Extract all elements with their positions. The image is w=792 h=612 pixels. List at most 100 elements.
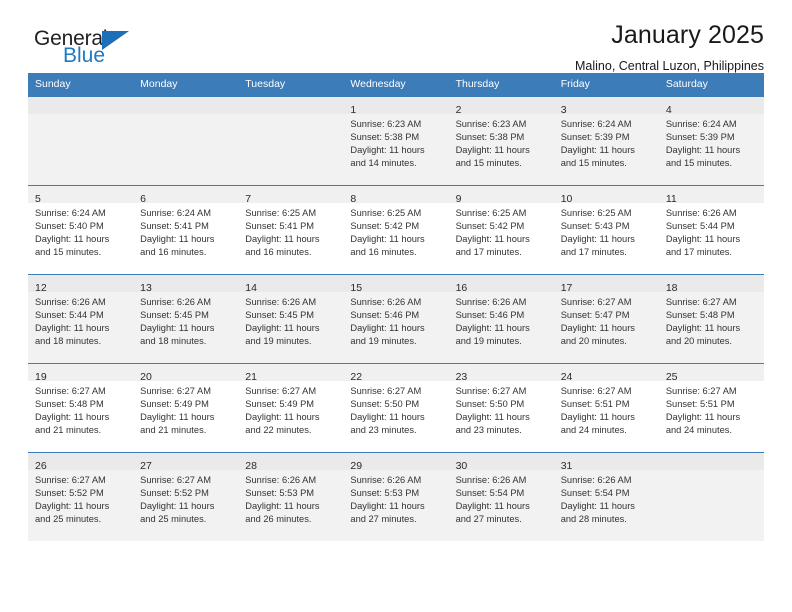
calendar-day-cell[interactable]: 14 Sunrise: 6:26 AM Sunset: 5:45 PM Dayligh…: [238, 273, 344, 363]
calendar-body: 1 Sunrise: 6:23 AM Sunset: 5:38 PM Daylight…: [28, 95, 764, 541]
day-number: 8: [350, 192, 357, 205]
day-number: 1: [350, 103, 357, 116]
calendar-day-cell[interactable]: 27 Sunrise: 6:27 AM Sunset: 5:52 PM Dayligh…: [133, 451, 239, 541]
calendar-week-row: 26 Sunrise: 6:27 AM Sunset: 5:52 PM Dayligh…: [28, 451, 764, 541]
daylight-text-line1: Daylight: 11 hours: [35, 233, 110, 244]
day-details: Sunrise: 6:25 AM Sunset: 5:41 PM Daylight:…: [238, 203, 343, 260]
weekday-header-thursday: Thursday: [448, 73, 554, 96]
day-details: Sunrise: 6:24 AM Sunset: 5:41 PM Daylight:…: [133, 203, 238, 260]
calendar-cell-empty: [658, 451, 764, 541]
daylight-text-line2: and 25 minutes.: [140, 514, 207, 525]
day-number-bar: 31: [553, 452, 659, 471]
day-details: Sunrise: 6:26 AM Sunset: 5:54 PM Daylight:…: [449, 470, 554, 527]
calendar-day-cell[interactable]: 29 Sunrise: 6:26 AM Sunset: 5:53 PM Dayligh…: [343, 451, 449, 541]
daylight-text-line1: Daylight: 11 hours: [560, 500, 635, 511]
calendar-day-cell[interactable]: 18 Sunrise: 6:27 AM Sunset: 5:48 PM Dayligh…: [658, 273, 764, 363]
calendar-day-cell[interactable]: 10 Sunrise: 6:25 AM Sunset: 5:43 PM Dayligh…: [553, 184, 659, 274]
calendar-day-cell[interactable]: 21 Sunrise: 6:27 AM Sunset: 5:49 PM Dayligh…: [238, 362, 344, 452]
sunrise-text: Sunrise: 6:26 AM: [350, 474, 422, 485]
calendar-day-cell[interactable]: 19 Sunrise: 6:27 AM Sunset: 5:48 PM Dayligh…: [28, 362, 134, 452]
day-details: Sunrise: 6:27 AM Sunset: 5:51 PM Daylight:…: [659, 381, 764, 438]
day-number-bar: 23: [448, 363, 554, 383]
sunset-text: Sunset: 5:38 PM: [350, 131, 420, 142]
sunset-text: Sunset: 5:42 PM: [350, 220, 420, 231]
daylight-text-line1: Daylight: 11 hours: [350, 233, 425, 244]
daylight-text-line2: and 17 minutes.: [560, 247, 627, 258]
calendar-week-row: 1 Sunrise: 6:23 AM Sunset: 5:38 PM Daylight…: [28, 95, 764, 185]
masthead: General Blue January 2025 Malino, Centra…: [28, 0, 764, 73]
sunset-text: Sunset: 5:39 PM: [560, 131, 630, 142]
day-number-bar: 26: [28, 452, 134, 471]
daylight-text-line2: and 18 minutes.: [140, 336, 207, 347]
calendar-day-cell[interactable]: 22 Sunrise: 6:27 AM Sunset: 5:50 PM Dayligh…: [343, 362, 449, 452]
day-number: 23: [455, 370, 468, 383]
calendar-day-cell[interactable]: 9 Sunrise: 6:25 AM Sunset: 5:42 PM Daylight…: [448, 184, 554, 274]
calendar-day-cell[interactable]: 23 Sunrise: 6:27 AM Sunset: 5:50 PM Dayligh…: [448, 362, 554, 452]
daylight-text-line2: and 15 minutes.: [560, 158, 627, 169]
day-number-bar: [238, 96, 344, 114]
calendar-day-cell[interactable]: 6 Sunrise: 6:24 AM Sunset: 5:41 PM Daylight…: [133, 184, 239, 274]
calendar-day-cell[interactable]: 4 Sunrise: 6:24 AM Sunset: 5:39 PM Daylight…: [658, 95, 764, 185]
day-details: Sunrise: 6:27 AM Sunset: 5:51 PM Daylight:…: [554, 381, 659, 438]
calendar-day-cell[interactable]: 7 Sunrise: 6:25 AM Sunset: 5:41 PM Daylight…: [238, 184, 344, 274]
day-number-bar: 10: [553, 185, 659, 204]
daylight-text-line2: and 25 minutes.: [35, 514, 102, 525]
day-details: Sunrise: 6:27 AM Sunset: 5:47 PM Daylight:…: [554, 292, 659, 349]
daylight-text-line2: and 27 minutes.: [455, 514, 522, 525]
day-number: 22: [350, 370, 363, 383]
calendar-day-cell[interactable]: 12 Sunrise: 6:26 AM Sunset: 5:44 PM Dayligh…: [28, 273, 134, 363]
calendar-day-cell[interactable]: 16 Sunrise: 6:26 AM Sunset: 5:46 PM Dayligh…: [448, 273, 554, 363]
daylight-text-line1: Daylight: 11 hours: [35, 322, 110, 333]
calendar-day-cell[interactable]: 5 Sunrise: 6:24 AM Sunset: 5:40 PM Daylight…: [28, 184, 134, 274]
calendar-day-cell[interactable]: 13 Sunrise: 6:26 AM Sunset: 5:45 PM Dayligh…: [133, 273, 239, 363]
daylight-text-line1: Daylight: 11 hours: [455, 411, 530, 422]
calendar-day-cell[interactable]: 17 Sunrise: 6:27 AM Sunset: 5:47 PM Dayligh…: [553, 273, 659, 363]
day-details: Sunrise: 6:27 AM Sunset: 5:52 PM Daylight:…: [133, 470, 238, 527]
sunrise-text: Sunrise: 6:26 AM: [455, 474, 527, 485]
day-details: Sunrise: 6:25 AM Sunset: 5:42 PM Daylight:…: [449, 203, 554, 260]
sunrise-text: Sunrise: 6:27 AM: [455, 385, 527, 396]
calendar-day-cell[interactable]: 26 Sunrise: 6:27 AM Sunset: 5:52 PM Dayligh…: [28, 451, 134, 541]
calendar-day-cell[interactable]: 25 Sunrise: 6:27 AM Sunset: 5:51 PM Dayligh…: [658, 362, 764, 452]
calendar-day-cell[interactable]: 15 Sunrise: 6:26 AM Sunset: 5:46 PM Dayligh…: [343, 273, 449, 363]
day-number-bar: [658, 452, 764, 470]
calendar-day-cell[interactable]: 24 Sunrise: 6:27 AM Sunset: 5:51 PM Dayligh…: [553, 362, 659, 452]
calendar-day-cell[interactable]: 11 Sunrise: 6:26 AM Sunset: 5:44 PM Dayligh…: [658, 184, 764, 274]
sunrise-text: Sunrise: 6:27 AM: [560, 385, 632, 396]
calendar-day-cell[interactable]: 31 Sunrise: 6:26 AM Sunset: 5:54 PM Dayligh…: [553, 451, 659, 541]
day-number-bar: 28: [238, 452, 344, 472]
general-blue-logo[interactable]: General Blue: [34, 28, 164, 74]
day-number-bar: 7: [238, 185, 344, 204]
sunset-text: Sunset: 5:38 PM: [455, 131, 525, 142]
sunset-text: Sunset: 5:42 PM: [455, 220, 525, 231]
day-number: 18: [665, 281, 678, 294]
sunrise-text: Sunrise: 6:27 AM: [35, 474, 106, 485]
daylight-text-line2: and 17 minutes.: [455, 247, 522, 258]
day-number: 5: [35, 192, 41, 205]
day-number: 28: [245, 459, 257, 472]
daylight-text-line1: Daylight: 11 hours: [140, 411, 215, 422]
calendar-day-cell[interactable]: 3 Sunrise: 6:24 AM Sunset: 5:39 PM Daylight…: [553, 95, 659, 185]
daylight-text-line1: Daylight: 11 hours: [455, 500, 530, 511]
calendar-week-row: 19 Sunrise: 6:27 AM Sunset: 5:48 PM Dayligh…: [28, 362, 764, 452]
calendar-day-cell[interactable]: 30 Sunrise: 6:26 AM Sunset: 5:54 PM Dayligh…: [448, 451, 554, 541]
calendar-day-cell[interactable]: 8 Sunrise: 6:25 AM Sunset: 5:42 PM Daylight…: [343, 184, 449, 274]
sunrise-text: Sunrise: 6:27 AM: [350, 385, 422, 396]
day-number-bar: 12: [28, 274, 134, 293]
sunset-text: Sunset: 5:43 PM: [560, 220, 630, 231]
calendar-day-cell[interactable]: 28 Sunrise: 6:26 AM Sunset: 5:53 PM Dayligh…: [238, 451, 344, 541]
calendar-day-cell[interactable]: 20 Sunrise: 6:27 AM Sunset: 5:49 PM Dayligh…: [133, 362, 239, 452]
day-details: [28, 114, 133, 118]
weekday-header-tuesday: Tuesday: [238, 73, 344, 96]
calendar-day-cell[interactable]: 1 Sunrise: 6:23 AM Sunset: 5:38 PM Daylight…: [343, 95, 449, 185]
day-details: [659, 470, 764, 474]
calendar-day-cell[interactable]: 2 Sunrise: 6:23 AM Sunset: 5:38 PM Daylight…: [448, 95, 554, 185]
day-number-bar: 29: [343, 452, 449, 471]
sunrise-text: Sunrise: 6:25 AM: [455, 207, 527, 218]
calendar-grid: Sunday Monday Tuesday Wednesday Thursday Frid…: [28, 73, 764, 541]
daylight-text-line2: and 18 minutes.: [35, 336, 102, 347]
day-number-bar: 1: [343, 96, 449, 116]
day-number-bar: 18: [658, 274, 764, 294]
daylight-text-line2: and 14 minutes.: [350, 158, 417, 169]
sunset-text: Sunset: 5:48 PM: [665, 309, 735, 320]
